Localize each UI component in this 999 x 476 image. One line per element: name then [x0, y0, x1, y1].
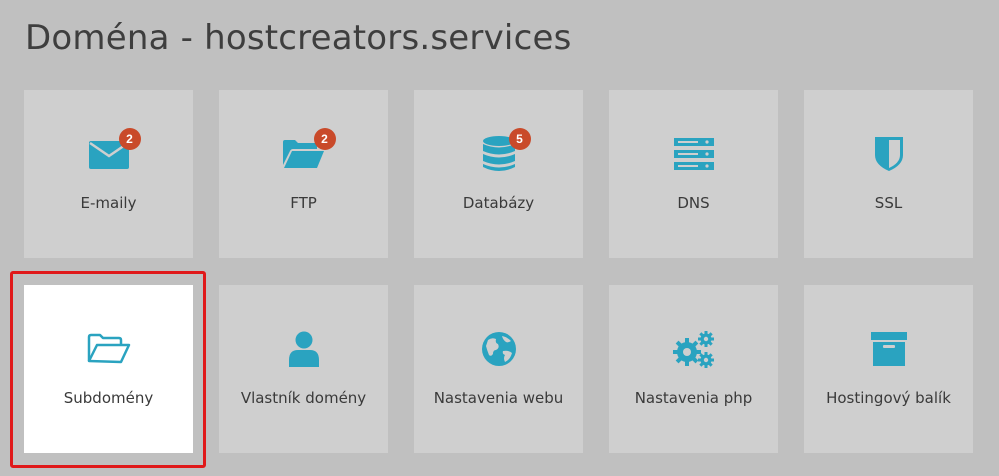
folder-open-icon: 2: [282, 128, 336, 174]
tile-label: E-maily: [80, 194, 137, 212]
tile-label: FTP: [290, 194, 317, 212]
archive-box-icon: [867, 329, 911, 369]
tile-php-settings[interactable]: Nastavenia php: [609, 285, 778, 453]
tile-dns[interactable]: DNS: [609, 90, 778, 258]
tile-hosting-package[interactable]: Hostingový balík: [804, 285, 973, 453]
tile-label: SSL: [874, 194, 903, 212]
ftp-count-badge: 2: [313, 128, 336, 150]
tile-label: Hostingový balík: [826, 389, 951, 407]
tile-label: Subdomény: [63, 389, 154, 407]
envelope-icon: 2: [87, 128, 141, 174]
database-icon: 5: [477, 128, 531, 174]
emails-count-badge: 2: [118, 128, 141, 150]
tile-web-settings[interactable]: Nastavenia webu: [414, 285, 583, 453]
folder-open-outline-icon: [87, 329, 131, 369]
tile-databases[interactable]: 5 Databázy: [414, 90, 583, 258]
shield-icon: [867, 134, 911, 174]
tile-label: DNS: [677, 194, 710, 212]
page-title: Doména - hostcreators.services: [25, 18, 572, 58]
tile-ftp[interactable]: 2 FTP: [219, 90, 388, 258]
globe-icon: [477, 329, 521, 369]
gears-icon: [672, 329, 716, 369]
tile-label: Vlastník domény: [240, 389, 367, 407]
tile-label: Nastavenia webu: [433, 389, 564, 407]
tile-domain-owner[interactable]: Vlastník domény: [219, 285, 388, 453]
tile-label: Nastavenia php: [634, 389, 753, 407]
tile-label: Databázy: [462, 194, 535, 212]
tile-ssl[interactable]: SSL: [804, 90, 973, 258]
server-icon: [672, 134, 716, 174]
tile-subdomains[interactable]: Subdomény: [24, 285, 193, 453]
tile-emails[interactable]: 2 E-maily: [24, 90, 193, 258]
databases-count-badge: 5: [508, 128, 531, 150]
user-icon: [282, 329, 326, 369]
